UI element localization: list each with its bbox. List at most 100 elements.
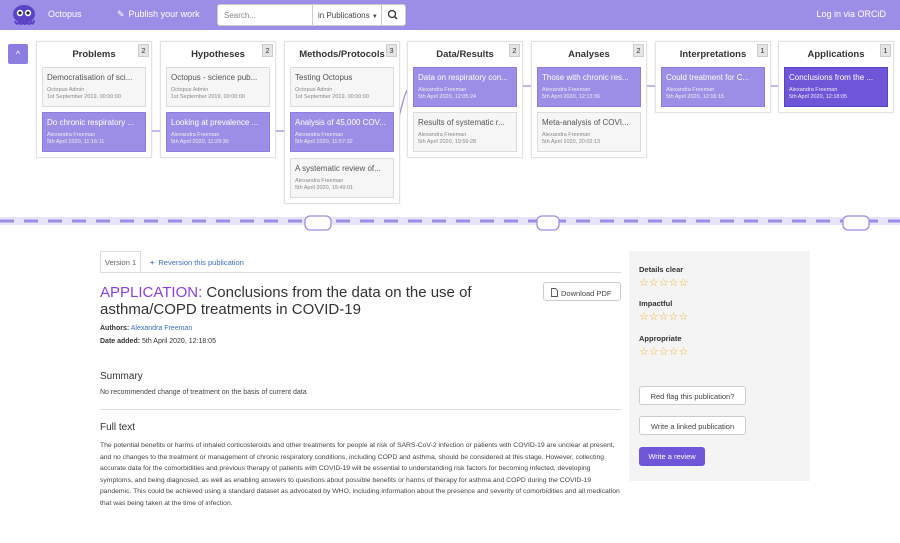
rating-label-impactful: Impactful xyxy=(639,299,673,308)
full-text-body: The potential benefits or harms of inhal… xyxy=(100,442,620,507)
column-title: Applications xyxy=(807,49,865,60)
rating-stars-impactful[interactable]: ☆☆☆☆☆ xyxy=(639,310,688,323)
publication-card-selected[interactable]: Data on respiratory con... Alexandra Fre… xyxy=(413,67,517,107)
star-icon[interactable]: ☆ xyxy=(669,311,679,323)
publication-card[interactable]: Testing Octopus Octopus Admin 1st Septemb… xyxy=(290,67,394,107)
column-count-badge: 2 xyxy=(262,44,273,57)
publication-card-selected[interactable]: Those with chronic res... Alexandra Free… xyxy=(537,67,641,107)
card-date: 1st September 2019, 00:00:00 xyxy=(171,94,245,100)
column-analyses: Analyses 2 Those with chronic res... Alex… xyxy=(531,41,647,158)
rating-label-appropriate: Appropriate xyxy=(639,334,682,343)
search-icon xyxy=(387,9,398,20)
star-icon[interactable]: ☆ xyxy=(659,311,669,323)
publication-card[interactable]: Meta-analysis of COVI... Alexandra Freem… xyxy=(537,112,641,152)
top-navbar: Octopus ✎ Publish your work Search... in … xyxy=(0,0,900,30)
write-linked-publication-button[interactable]: Write a linked publication xyxy=(639,416,746,435)
star-icon[interactable]: ☆ xyxy=(649,346,659,358)
card-title: Looking at prevalence ... xyxy=(171,118,259,127)
rating-label-details: Details clear xyxy=(639,265,684,274)
summary-heading: Summary xyxy=(100,371,143,382)
column-count-badge: 1 xyxy=(880,44,891,57)
card-date: 5th April 2020, 11:16:11 xyxy=(47,139,105,145)
star-icon[interactable]: ☆ xyxy=(639,277,649,289)
card-author: Alexandra Freeman xyxy=(295,132,344,138)
publication-card[interactable]: A systematic review of... Alexandra Free… xyxy=(290,158,394,198)
star-icon[interactable]: ☆ xyxy=(679,346,689,358)
pen-icon: ✎ xyxy=(117,9,125,19)
red-flag-button[interactable]: Red flag this publication? xyxy=(639,386,746,405)
publication-card-selected[interactable]: Looking at prevalence ... Alexandra Free… xyxy=(166,112,270,152)
card-author: Alexandra Freeman xyxy=(295,178,344,184)
card-date: 5th April 2020, 11:29:30 xyxy=(171,139,229,145)
column-count-badge: 2 xyxy=(138,44,149,57)
column-interpretations: Interpretations 1 Could treatment for C..… xyxy=(655,41,771,113)
star-icon[interactable]: ☆ xyxy=(679,277,689,289)
card-date: 5th April 2020, 19:59:28 xyxy=(418,139,477,145)
authors-label: Authors: xyxy=(100,325,130,332)
card-author: Alexandra Freeman xyxy=(542,87,591,93)
column-title: Problems xyxy=(72,49,116,60)
rating-stars-appropriate[interactable]: ☆☆☆☆☆ xyxy=(639,345,688,358)
tab-underline xyxy=(100,272,621,273)
column-methods-protocols: Methods/Protocols 3 Testing Octopus Octop… xyxy=(284,41,400,204)
card-title: Democratisation of sci... xyxy=(47,73,133,82)
date-line: Date added: 5th April 2020, 12:18:05 xyxy=(100,338,216,345)
chevron-up-icon: ^ xyxy=(15,49,21,59)
column-count-badge: 2 xyxy=(633,44,644,57)
card-title: Conclusions from the ... xyxy=(789,73,874,82)
publication-card[interactable]: Octopus - science pub... Octopus Admin 1s… xyxy=(166,67,270,107)
card-title: Analysis of 45,000 COV... xyxy=(295,118,386,127)
summary-text: No recommended change of treatment on th… xyxy=(100,389,307,396)
author-link[interactable]: Alexandra Freeman xyxy=(131,325,192,332)
publication-card-selected[interactable]: Do chronic respiratory ... Alexandra Fre… xyxy=(42,112,146,152)
tentacle-divider xyxy=(0,213,900,233)
card-date: 5th April 2020, 20:02:13 xyxy=(542,139,601,145)
star-icon[interactable]: ☆ xyxy=(639,346,649,358)
card-title: Data on respiratory con... xyxy=(418,73,508,82)
rating-stars-details[interactable]: ☆☆☆☆☆ xyxy=(639,276,688,289)
star-icon[interactable]: ☆ xyxy=(669,346,679,358)
octopus-logo-icon[interactable] xyxy=(11,3,37,27)
column-data-results: Data/Results 2 Data on respiratory con...… xyxy=(407,41,523,158)
card-author: Alexandra Freeman xyxy=(542,132,591,138)
star-icon[interactable]: ☆ xyxy=(659,346,669,358)
star-icon[interactable]: ☆ xyxy=(659,277,669,289)
card-date: 5th April 2020, 12:16:15 xyxy=(666,94,725,100)
collapse-pipeline-button[interactable]: ^ xyxy=(8,44,28,64)
write-review-button[interactable]: Write a review xyxy=(639,447,705,466)
card-date: 5th April 2020, 11:57:32 xyxy=(295,139,353,145)
column-hypotheses: Hypotheses 2 Octopus - science pub... Oct… xyxy=(160,41,276,158)
publication-card[interactable]: Results of systematic r... Alexandra Fre… xyxy=(413,112,517,152)
publication-kind-label: APPLICATION: xyxy=(100,284,203,301)
column-applications: Applications 1 Conclusions from the ... A… xyxy=(778,41,894,113)
download-pdf-button[interactable]: Download PDF xyxy=(543,282,621,301)
publication-card-current[interactable]: Conclusions from the ... Alexandra Freem… xyxy=(784,67,888,107)
publication-card-selected[interactable]: Analysis of 45,000 COV... Alexandra Free… xyxy=(290,112,394,152)
card-author: Octopus Admin xyxy=(171,87,209,93)
brand-link[interactable]: Octopus xyxy=(48,9,82,19)
search-button[interactable] xyxy=(382,4,406,26)
star-icon[interactable]: ☆ xyxy=(649,311,659,323)
publication-card-selected[interactable]: Could treatment for C... Alexandra Freem… xyxy=(661,67,765,107)
star-icon[interactable]: ☆ xyxy=(679,311,689,323)
login-orcid-link[interactable]: Log in via ORCiD xyxy=(816,9,886,19)
card-title: Octopus - science pub... xyxy=(171,73,258,82)
star-icon[interactable]: ☆ xyxy=(639,311,649,323)
star-icon[interactable]: ☆ xyxy=(649,277,659,289)
card-title: Testing Octopus xyxy=(295,73,353,82)
star-icon[interactable]: ☆ xyxy=(669,277,679,289)
publication-card[interactable]: Democratisation of sci... Octopus Admin 1… xyxy=(42,67,146,107)
plus-icon: + xyxy=(150,258,155,267)
caret-down-icon: ▼ xyxy=(371,14,378,20)
column-title: Data/Results xyxy=(436,49,494,60)
card-date: 5th April 2020, 12:18:05 xyxy=(789,94,848,100)
tab-version-1[interactable]: Version 1 xyxy=(100,251,141,273)
card-title: Meta-analysis of COVI... xyxy=(542,118,629,127)
publish-link[interactable]: ✎ Publish your work xyxy=(117,9,200,20)
column-title: Methods/Protocols xyxy=(299,49,385,60)
search-scope-select[interactable]: in Publications ▼ xyxy=(313,4,382,26)
search-input[interactable]: Search... xyxy=(217,4,313,26)
column-count-badge: 1 xyxy=(757,44,768,57)
reversion-link[interactable]: + Reversion this publication xyxy=(150,258,244,267)
card-date: 5th April 2020, 19:49:01 xyxy=(295,185,354,191)
